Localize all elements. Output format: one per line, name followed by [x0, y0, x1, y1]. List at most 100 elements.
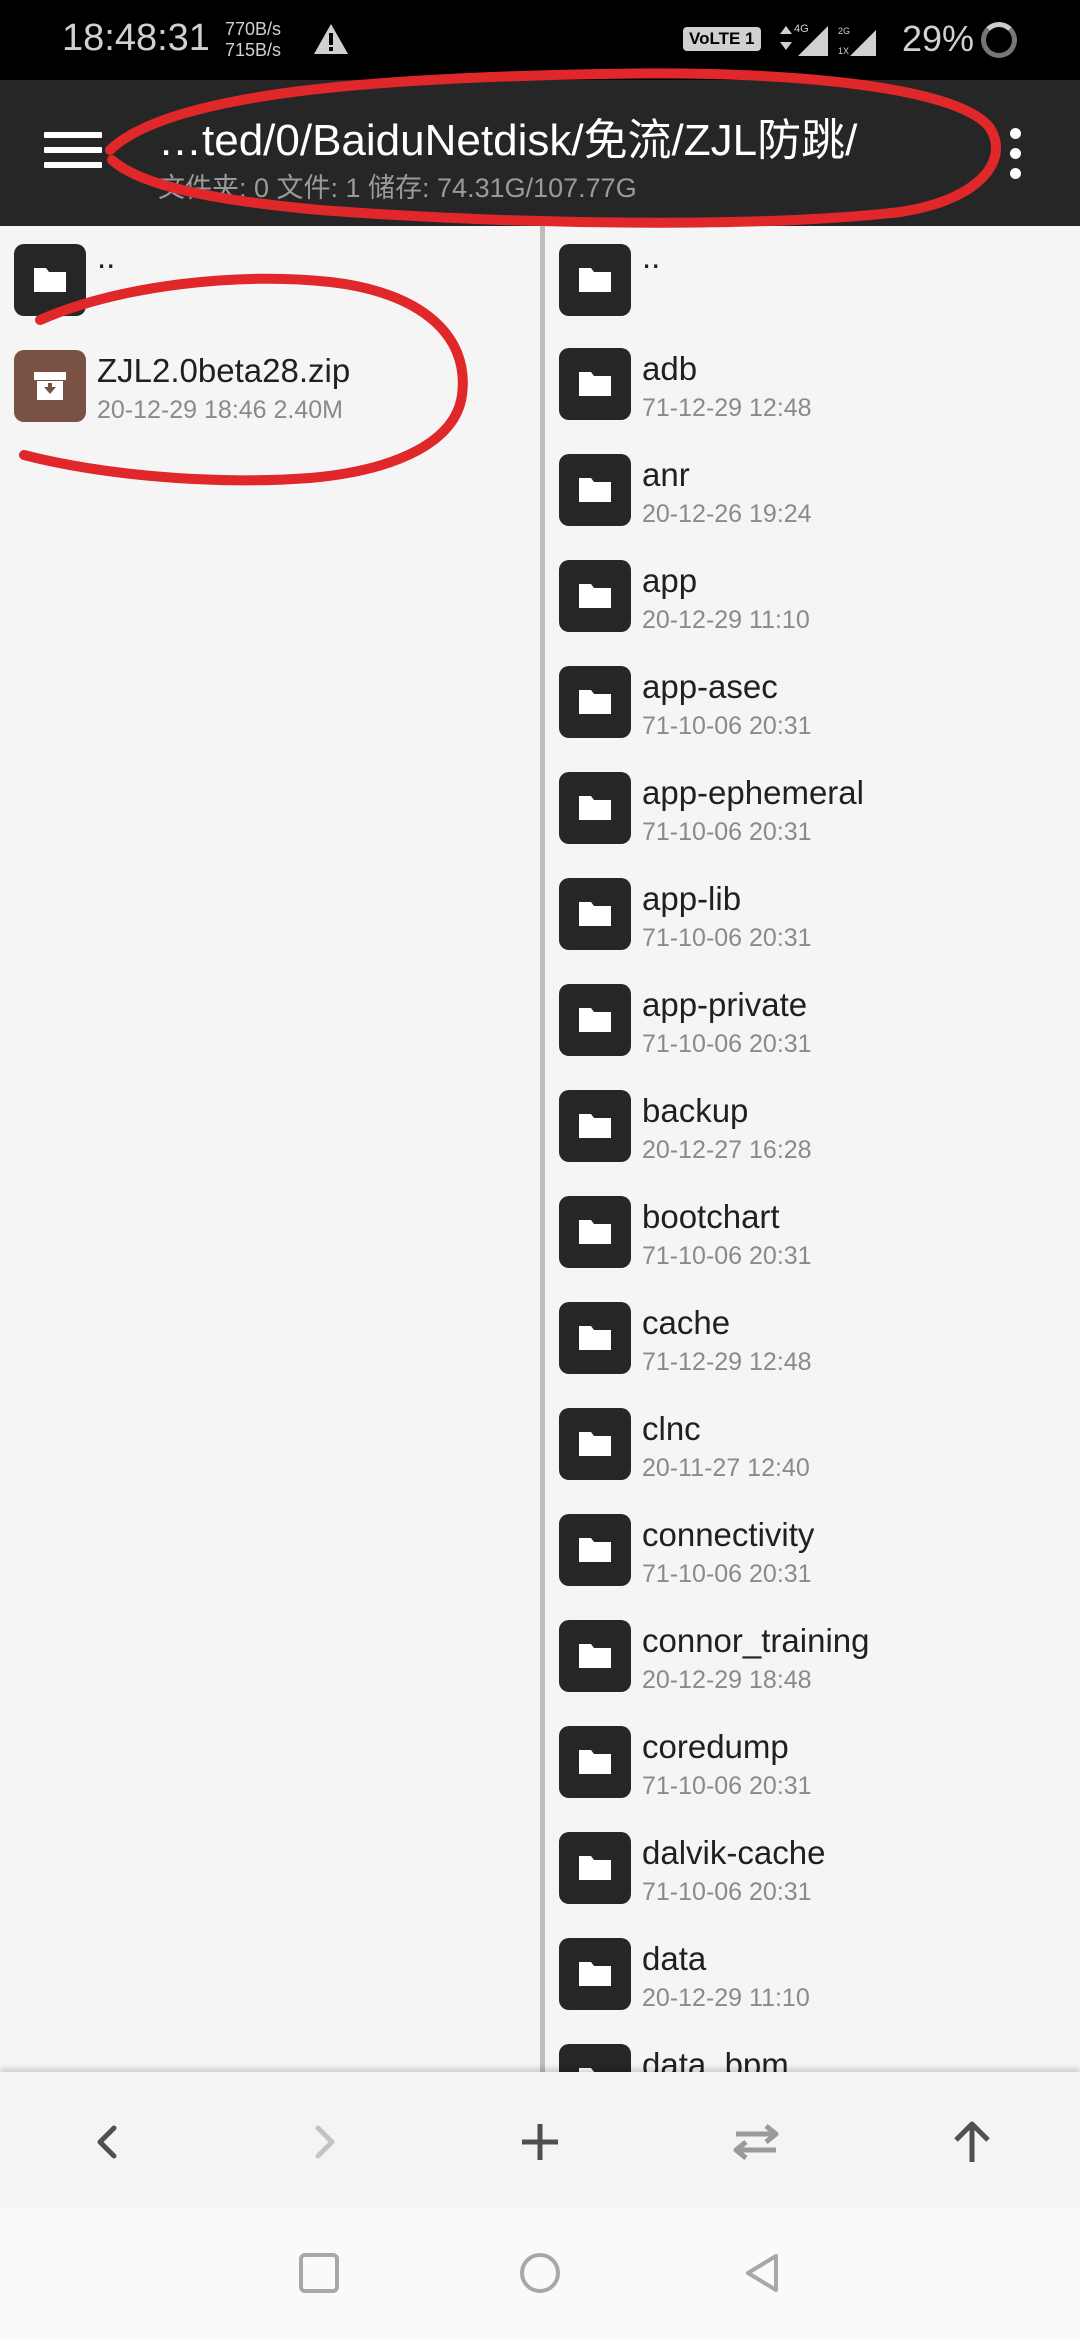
folder-icon — [559, 560, 631, 632]
download-speed: 715B/s — [225, 40, 282, 60]
file-name: connectivity — [642, 1516, 815, 1553]
archive-icon — [14, 350, 86, 422]
list-item-folder[interactable]: connectivity 71-10-06 20:31 — [545, 1496, 1080, 1602]
file-name: backup — [642, 1092, 749, 1129]
file-meta: 20-12-29 11:10 — [642, 1984, 810, 2012]
file-meta: 71-12-29 12:48 — [642, 1348, 812, 1376]
status-bar: 18:48:31 770B/s 715B/s VoLTE 1 4G 2G 1X … — [0, 0, 1080, 80]
folder-icon — [559, 1938, 631, 2010]
current-path[interactable]: …ted/0/BaiduNetdisk/免流/ZJL防跳/ — [158, 104, 988, 168]
right-file-pane[interactable]: .. adb 71-12-29 12:48 anr 20-12-26 19:24… — [545, 226, 1080, 2072]
file-name: app-private — [642, 986, 808, 1023]
file-meta: 20-12-26 19:24 — [642, 500, 812, 528]
list-item-folder[interactable]: backup 20-12-27 16:28 — [545, 1072, 1080, 1178]
hamburger-menu-icon[interactable] — [44, 132, 102, 176]
file-name: data_bpm — [642, 2046, 789, 2072]
file-name: coredump — [642, 1728, 789, 1765]
list-item-zip-file[interactable]: ZJL2.0beta28.zip 20-12-29 18:46 2.40M — [0, 332, 540, 438]
file-name: data — [642, 1940, 707, 1977]
system-nav-bar — [0, 2208, 1080, 2340]
folder-icon — [559, 878, 631, 950]
volte-badge: VoLTE 1 — [683, 27, 761, 51]
warning-icon — [314, 24, 348, 54]
file-meta: 71-10-06 20:31 — [642, 1242, 812, 1270]
file-meta: 20-12-29 18:46 2.40M — [97, 396, 344, 424]
swap-icon[interactable] — [726, 2112, 786, 2172]
file-meta: 71-10-06 20:31 — [642, 818, 812, 846]
overflow-menu-icon[interactable] — [1008, 128, 1022, 182]
file-meta: 20-12-29 18:48 — [642, 1666, 812, 1694]
back-arrow-icon[interactable] — [78, 2112, 138, 2172]
signal-icon: 4G 2G 1X — [780, 23, 876, 56]
battery-ring-icon — [981, 22, 1017, 58]
status-time: 18:48:31 — [62, 17, 210, 59]
up-arrow-icon[interactable] — [942, 2112, 1002, 2172]
net-2g-label: 2G — [838, 26, 850, 36]
list-item-folder[interactable]: data 20-12-29 11:10 — [545, 1920, 1080, 2026]
folder-icon — [559, 1090, 631, 1162]
list-item-folder[interactable]: data_bpm — [545, 2026, 1080, 2072]
file-name: connor_training — [642, 1622, 870, 1659]
forward-arrow-icon[interactable] — [294, 2112, 354, 2172]
list-item-folder[interactable]: app-private 71-10-06 20:31 — [545, 966, 1080, 1072]
list-item-parent-dir[interactable]: .. — [0, 226, 540, 332]
folder-icon — [559, 1620, 631, 1692]
file-name: .. — [642, 238, 661, 275]
file-name: ZJL2.0beta28.zip — [97, 352, 351, 389]
back-triangle-icon[interactable] — [738, 2248, 788, 2298]
folder-icon — [559, 2044, 631, 2072]
file-name: dalvik-cache — [642, 1834, 826, 1871]
list-item-folder[interactable]: app 20-12-29 11:10 — [545, 542, 1080, 648]
list-item-folder[interactable]: anr 20-12-26 19:24 — [545, 436, 1080, 542]
file-name: app-asec — [642, 668, 778, 705]
file-name: app — [642, 562, 698, 599]
file-meta: 71-10-06 20:31 — [642, 1030, 812, 1058]
folder-icon — [559, 1196, 631, 1268]
file-name: app-ephemeral — [642, 774, 864, 811]
list-item-folder[interactable]: app-ephemeral 71-10-06 20:31 — [545, 754, 1080, 860]
file-meta: 71-10-06 20:31 — [642, 1772, 812, 1800]
list-item-folder[interactable]: coredump 71-10-06 20:31 — [545, 1708, 1080, 1814]
app-toolbar: …ted/0/BaiduNetdisk/免流/ZJL防跳/ 文件夹: 0 文件:… — [0, 80, 1080, 226]
list-item-folder[interactable]: app-lib 71-10-06 20:31 — [545, 860, 1080, 966]
file-meta: 20-12-27 16:28 — [642, 1136, 812, 1164]
net-4g-label: 4G — [794, 23, 809, 35]
file-name: bootchart — [642, 1198, 780, 1235]
folder-icon — [559, 244, 631, 316]
list-item-parent-dir[interactable]: .. — [545, 226, 1080, 330]
home-circle-icon[interactable] — [515, 2248, 565, 2298]
path-summary: 文件夹: 0 文件: 1 储存: 74.31G/107.77G — [158, 173, 637, 203]
folder-icon — [559, 666, 631, 738]
folder-icon — [559, 1726, 631, 1798]
recents-square-icon[interactable] — [294, 2248, 344, 2298]
folder-icon — [559, 348, 631, 420]
folder-icon — [559, 1514, 631, 1586]
list-item-folder[interactable]: dalvik-cache 71-10-06 20:31 — [545, 1814, 1080, 1920]
file-name: .. — [97, 238, 116, 275]
file-meta: 71-12-29 12:48 — [642, 394, 812, 422]
left-file-pane[interactable]: .. ZJL2.0beta28.zip 20-12-29 18:46 2.40M — [0, 226, 540, 2072]
file-name: anr — [642, 456, 690, 493]
file-name: app-lib — [642, 880, 742, 917]
folder-icon — [559, 772, 631, 844]
battery-level: 29% — [902, 18, 975, 59]
add-icon[interactable] — [510, 2112, 570, 2172]
folder-icon — [559, 1408, 631, 1480]
list-item-folder[interactable]: bootchart 71-10-06 20:31 — [545, 1178, 1080, 1284]
folder-icon — [559, 1832, 631, 1904]
file-meta: 20-12-29 11:10 — [642, 606, 810, 634]
bottom-action-bar — [0, 2072, 1080, 2208]
network-speed: 770B/s 715B/s — [225, 19, 281, 61]
file-name: adb — [642, 350, 698, 387]
folder-icon — [559, 454, 631, 526]
list-item-folder[interactable]: adb 71-12-29 12:48 — [545, 330, 1080, 436]
file-meta: 71-10-06 20:31 — [642, 1878, 812, 1906]
list-item-folder[interactable]: cache 71-12-29 12:48 — [545, 1284, 1080, 1390]
list-item-folder[interactable]: clnc 20-11-27 12:40 — [545, 1390, 1080, 1496]
folder-icon — [14, 244, 86, 316]
file-meta: 20-11-27 12:40 — [642, 1454, 810, 1482]
folder-icon — [559, 984, 631, 1056]
list-item-folder[interactable]: app-asec 71-10-06 20:31 — [545, 648, 1080, 754]
list-item-folder[interactable]: connor_training 20-12-29 18:48 — [545, 1602, 1080, 1708]
file-meta: 71-10-06 20:31 — [642, 712, 812, 740]
